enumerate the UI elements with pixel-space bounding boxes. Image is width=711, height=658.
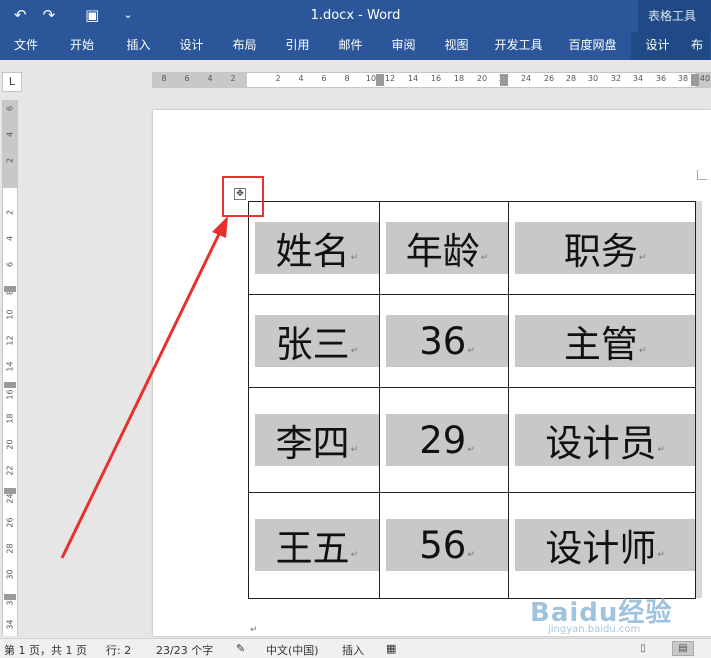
end-paragraph-mark: ↵ [250, 625, 258, 635]
page-count[interactable]: 第 1 页，共 1 页 [4, 642, 87, 658]
red-arrow-annotation [60, 216, 228, 559]
baidu-watermark-url: jingyan.baidu.com [548, 624, 641, 635]
proofing-icon[interactable]: ✎ [236, 642, 245, 655]
print-layout-view-icon[interactable]: ▤ [672, 641, 694, 656]
language-indicator[interactable]: 中文(中国) [266, 642, 319, 658]
read-mode-view-icon[interactable]: ▯ [632, 641, 654, 656]
line-number[interactable]: 行: 2 [106, 642, 131, 658]
word-count[interactable]: 23/23 个字 [156, 642, 213, 658]
macro-record-icon[interactable]: ▦ [386, 642, 396, 655]
status-bar: 第 1 页，共 1 页 行: 2 23/23 个字 ✎ 中文(中国) 插入 ▦ … [0, 638, 711, 658]
insert-mode-indicator[interactable]: 插入 [342, 642, 364, 658]
